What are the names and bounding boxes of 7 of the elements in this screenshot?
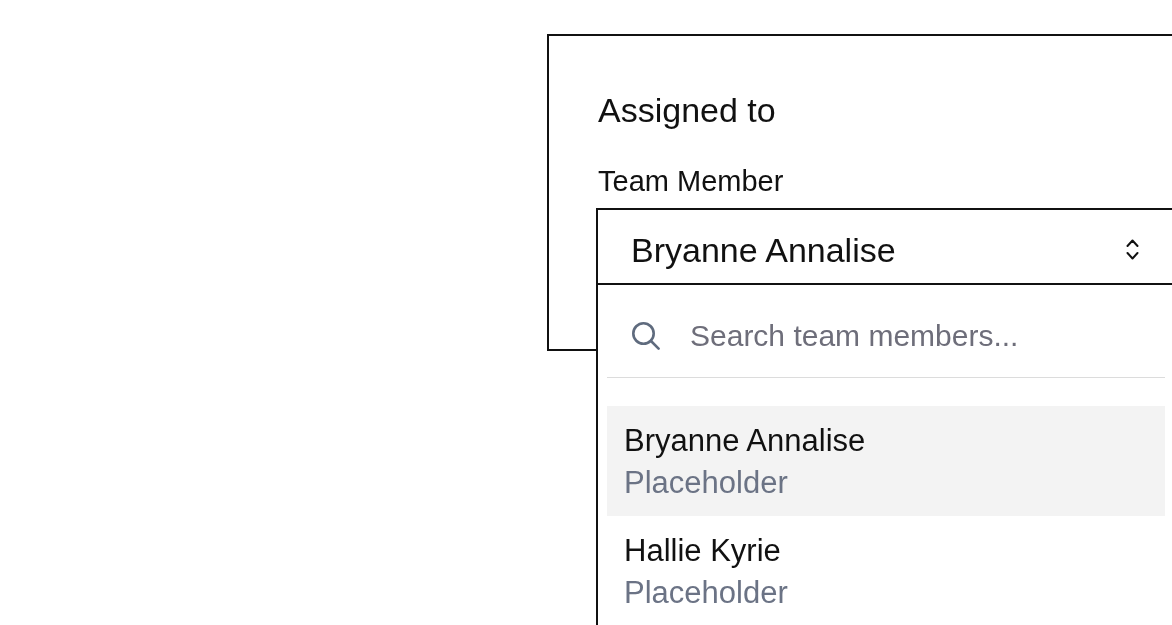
section-heading: Assigned to (598, 90, 776, 130)
chevron-up-down-icon (1126, 239, 1139, 260)
member-option[interactable]: Bryanne Annalise Placeholder (607, 406, 1165, 516)
field-label: Team Member (598, 164, 784, 198)
member-select[interactable]: Bryanne Annalise (596, 208, 1172, 285)
search-icon (632, 322, 660, 350)
search-field[interactable]: Search team members... (690, 318, 1050, 354)
